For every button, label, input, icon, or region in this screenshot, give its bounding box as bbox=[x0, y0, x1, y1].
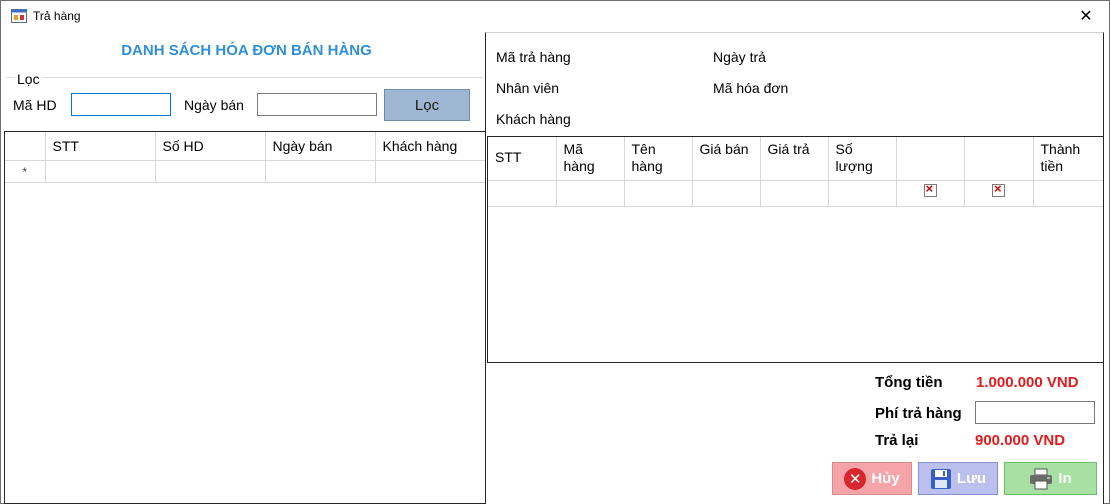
tong-tien-label: Tổng tiền bbox=[875, 374, 943, 391]
printer-icon bbox=[1030, 468, 1053, 489]
phi-tra-hang-label: Phí trả hàng bbox=[875, 405, 962, 422]
column-header-so-hd[interactable]: Số HD bbox=[155, 132, 266, 161]
nhan-vien-label: Nhân viên bbox=[496, 80, 560, 96]
invoice-list-panel: DANH SÁCH HÓA ĐƠN BÁN HÀNG Lọc Mã HD Ngà… bbox=[4, 32, 486, 504]
table-cell[interactable] bbox=[964, 180, 1034, 207]
table-cell[interactable] bbox=[828, 180, 897, 207]
ma-hd-input[interactable] bbox=[71, 93, 171, 116]
huy-button[interactable]: ✕ Hủy bbox=[832, 462, 912, 495]
column-header-action-2[interactable] bbox=[964, 137, 1034, 181]
tra-lai-label: Trả lại bbox=[875, 432, 919, 449]
column-header-thanh-tien[interactable]: Thành tiền bbox=[1033, 137, 1103, 181]
column-header-ngay-ban[interactable]: Ngày bán bbox=[265, 132, 376, 161]
table-cell[interactable] bbox=[45, 160, 156, 183]
column-header-action-1[interactable] bbox=[896, 137, 965, 181]
return-detail-panel: Mã trả hàng Ngày trả Nhân viên Mã hóa đơ… bbox=[485, 32, 1104, 504]
filter-group-label: Lọc bbox=[15, 71, 42, 87]
column-header-ma-hang[interactable]: Mã hàng bbox=[556, 137, 625, 181]
table-cell[interactable] bbox=[265, 160, 376, 183]
column-header-gia-ban[interactable]: Giá bán bbox=[692, 137, 761, 181]
table-cell[interactable] bbox=[896, 180, 965, 207]
column-header-khach-hang[interactable]: Khách hàng bbox=[375, 132, 485, 161]
phi-tra-hang-input[interactable] bbox=[975, 401, 1095, 424]
ngay-tra-label: Ngày trả bbox=[713, 49, 766, 65]
khach-hang-label: Khách hàng bbox=[496, 111, 571, 127]
save-icon bbox=[930, 468, 951, 489]
table-cell[interactable] bbox=[488, 180, 557, 207]
table-cell[interactable] bbox=[692, 180, 761, 207]
tra-lai-value: 900.000 VND bbox=[975, 432, 1066, 449]
table-cell[interactable] bbox=[1033, 180, 1103, 207]
column-header-ten-hang[interactable]: Tên hàng bbox=[624, 137, 693, 181]
close-icon: ✕ bbox=[1079, 8, 1093, 25]
table-cell[interactable] bbox=[760, 180, 829, 207]
table-row[interactable]: * bbox=[5, 160, 485, 183]
broken-image-icon[interactable] bbox=[923, 181, 937, 197]
ngay-ban-label: Ngày bán bbox=[184, 97, 244, 113]
ngay-ban-input[interactable] bbox=[257, 93, 377, 116]
column-header-so-luong[interactable]: Số lượng bbox=[828, 137, 897, 181]
close-button[interactable]: ✕ bbox=[1069, 3, 1103, 29]
ma-tra-hang-label: Mã trả hàng bbox=[496, 49, 571, 65]
invoice-grid-header: STT Số HD Ngày bán Khách hàng bbox=[5, 132, 485, 161]
column-header-gia-tra[interactable]: Giá trả bbox=[760, 137, 829, 181]
in-button[interactable]: In bbox=[1004, 462, 1097, 495]
luu-button[interactable]: Lưu bbox=[918, 462, 998, 495]
invoice-list-heading: DANH SÁCH HÓA ĐƠN BÁN HÀNG bbox=[121, 42, 372, 59]
cancel-icon: ✕ bbox=[844, 467, 867, 490]
tong-tien-value: 1.000.000 VND bbox=[976, 374, 1079, 391]
in-button-label: In bbox=[1058, 470, 1072, 487]
table-cell[interactable] bbox=[556, 180, 625, 207]
luu-button-label: Lưu bbox=[956, 470, 987, 487]
ma-hd-label: Mã HD bbox=[13, 97, 57, 113]
huy-button-label: Hủy bbox=[871, 470, 900, 487]
column-header-stt[interactable]: STT bbox=[488, 137, 557, 181]
tra-hang-window: Trả hàng ✕ DANH SÁCH HÓA ĐƠN BÁN HÀNG Lọ… bbox=[0, 0, 1110, 504]
app-window-icon bbox=[11, 9, 27, 23]
invoice-grid[interactable]: STT Số HD Ngày bán Khách hàng * bbox=[4, 131, 486, 504]
table-cell[interactable] bbox=[624, 180, 693, 207]
title-bar: Trả hàng ✕ bbox=[1, 1, 1109, 31]
row-header-corner bbox=[5, 132, 46, 161]
column-header-stt[interactable]: STT bbox=[45, 132, 156, 161]
loc-button[interactable]: Lọc bbox=[384, 89, 470, 121]
table-cell[interactable] bbox=[155, 160, 266, 183]
window-title: Trả hàng bbox=[33, 9, 81, 23]
new-row-marker: * bbox=[5, 160, 46, 183]
ma-hoa-don-label: Mã hóa đơn bbox=[713, 80, 789, 96]
return-grid-header: STT Mã hàng Tên hàng Giá bán Giá trả Số … bbox=[488, 137, 1103, 181]
table-cell[interactable] bbox=[375, 160, 485, 183]
return-items-grid[interactable]: STT Mã hàng Tên hàng Giá bán Giá trả Số … bbox=[487, 136, 1104, 363]
broken-image-icon[interactable] bbox=[992, 181, 1005, 197]
table-row[interactable] bbox=[488, 180, 1103, 207]
